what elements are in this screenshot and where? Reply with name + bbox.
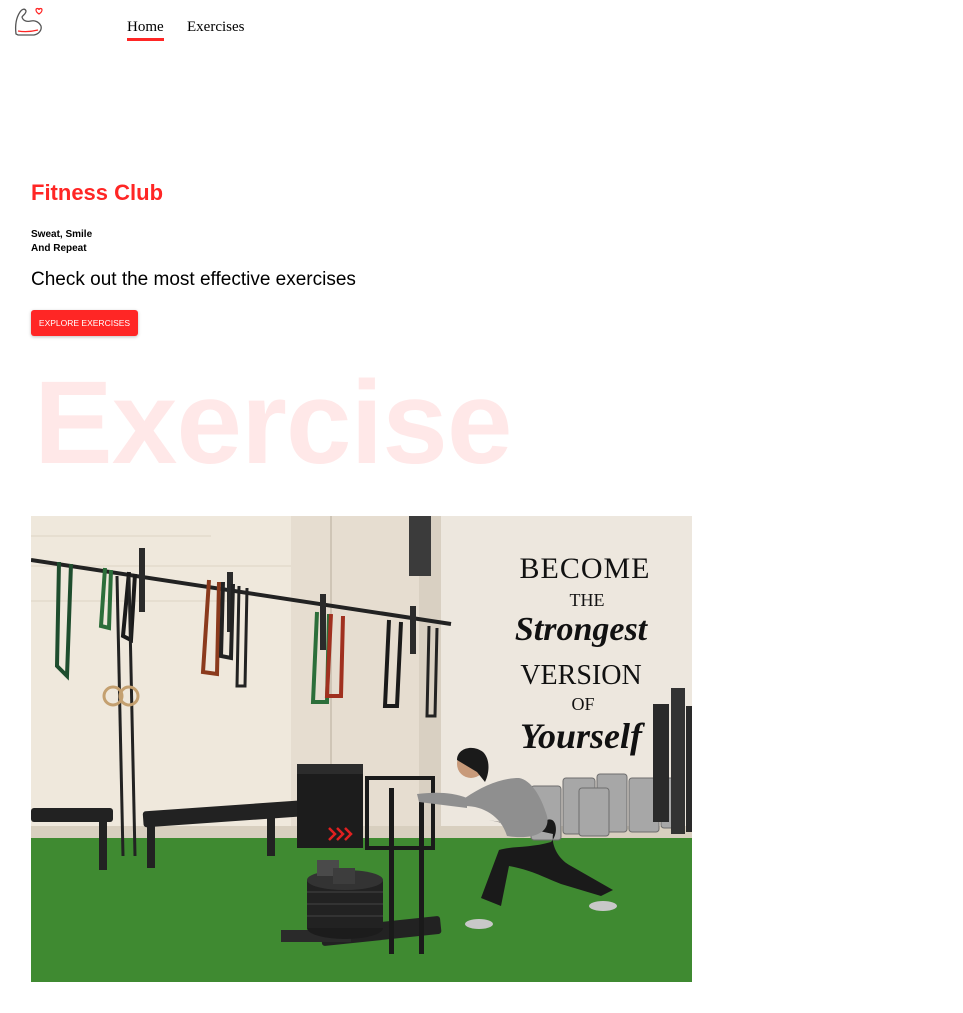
wall-text-strongest: Strongest	[515, 611, 649, 648]
navbar: Home Exercises	[0, 0, 963, 50]
wall-text-yourself: Yourself	[520, 716, 645, 756]
hero-title: Fitness Club	[31, 180, 164, 205]
wall-text-version: VERSION	[520, 660, 641, 691]
flexed-arm-heart-icon	[14, 7, 43, 36]
nav-link-exercises[interactable]: Exercises	[187, 19, 244, 36]
hero-banner-image: BECOME THE Strongest VERSION OF Yourself	[31, 516, 692, 982]
hero-description: Check out the most effective exercises	[31, 269, 356, 290]
exercise-watermark: Exercise	[34, 357, 513, 489]
hero-subtitle-line-2: And Repeat	[31, 243, 87, 254]
hero-subtitle: Sweat, Smile And Repeat	[31, 228, 92, 256]
explore-exercises-button[interactable]: EXPLORE EXERCISES	[31, 310, 138, 336]
logo-link[interactable]	[12, 4, 46, 38]
hero-subtitle-line-1: Sweat, Smile	[31, 229, 93, 240]
wall-text-the: THE	[570, 590, 605, 610]
nav-link-home[interactable]: Home	[127, 19, 164, 41]
wall-text-of: OF	[571, 694, 594, 714]
wall-text-become: BECOME	[519, 552, 650, 585]
